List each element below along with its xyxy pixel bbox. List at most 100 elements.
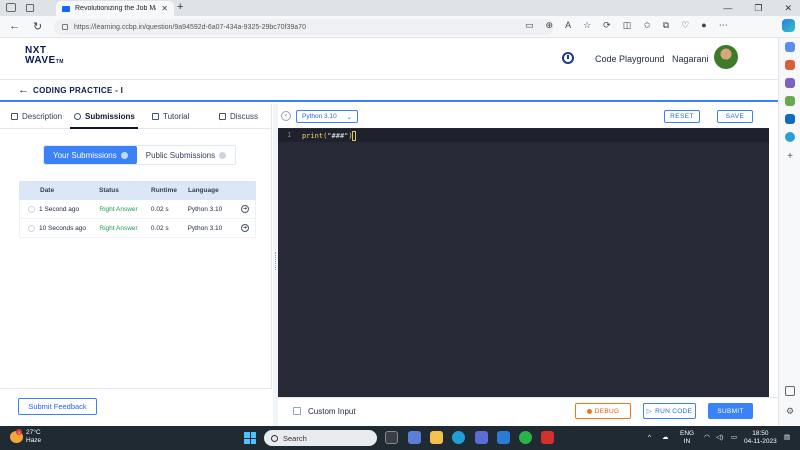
extensions-icon[interactable]: ⟳ xyxy=(603,20,611,31)
info-icon[interactable] xyxy=(219,151,227,159)
debug-icon xyxy=(586,408,592,414)
submit-feedback-button[interactable]: Submit Feedback xyxy=(18,398,97,415)
photos-icon[interactable] xyxy=(497,431,510,444)
mcafee-icon[interactable] xyxy=(541,431,554,444)
tab-close-icon[interactable]: ✕ xyxy=(161,4,168,13)
page-title-bar: ← CODING PRACTICE - I xyxy=(0,80,778,102)
task-view-icon[interactable] xyxy=(385,431,398,444)
avatar[interactable] xyxy=(714,45,738,69)
outlook-icon[interactable] xyxy=(785,114,795,124)
maximize-icon[interactable]: ❐ xyxy=(754,3,762,14)
table-row[interactable]: 1 Second ago Right Answer 0.02 s Python … xyxy=(19,200,256,219)
heart-icon[interactable]: ♡ xyxy=(681,20,689,31)
workspaces-icon[interactable] xyxy=(6,3,16,12)
split-screen-icon[interactable]: ◫ xyxy=(623,20,632,31)
file-explorer-icon[interactable] xyxy=(430,431,443,444)
tab-description[interactable]: Description xyxy=(11,112,62,121)
weather-widget[interactable]: 27°C Haze xyxy=(26,429,41,445)
cell-runtime: 0.02 s xyxy=(150,224,169,232)
add-icon[interactable]: + xyxy=(785,152,795,162)
open-submission-icon[interactable]: ➔ xyxy=(241,224,250,232)
chrome-icon[interactable] xyxy=(519,431,532,444)
save-button[interactable]: SAVE xyxy=(717,110,753,123)
custom-input-label[interactable]: Custom Input xyxy=(308,407,356,416)
language-select[interactable]: Python 3.10 ⌄ xyxy=(296,110,358,123)
tab-discuss[interactable]: Discuss xyxy=(219,112,258,121)
chevron-down-icon: ⌄ xyxy=(346,113,352,121)
debug-button[interactable]: DEBUG xyxy=(575,403,631,419)
collapse-panel-icon[interactable]: ‹ xyxy=(281,111,291,121)
volume-icon[interactable]: ◁) xyxy=(716,434,723,442)
lock-icon xyxy=(62,24,68,30)
cloud-icon[interactable]: ☁ xyxy=(662,434,669,442)
edge-icon[interactable] xyxy=(452,431,465,444)
submit-button[interactable]: SUBMIT xyxy=(708,403,753,419)
tab-tutorial[interactable]: Tutorial xyxy=(152,112,189,121)
taskbar-search[interactable]: Search xyxy=(264,430,377,446)
input-language[interactable]: ENG IN xyxy=(680,430,694,446)
collections-icon[interactable]: ⧉ xyxy=(663,20,669,31)
tab-submissions[interactable]: Submissions xyxy=(74,112,135,121)
username[interactable]: Nagarani xyxy=(672,54,709,64)
store-icon[interactable] xyxy=(475,431,488,444)
run-code-button[interactable]: ▷ RUN CODE xyxy=(643,403,696,419)
code-line[interactable]: print("###") xyxy=(302,131,356,141)
open-submission-icon[interactable]: ➔ xyxy=(241,205,250,213)
chat-icon xyxy=(219,113,226,120)
more-icon[interactable]: ⋯ xyxy=(719,20,728,31)
search-sidebar-icon[interactable] xyxy=(785,42,795,52)
new-tab-icon[interactable]: + xyxy=(177,1,183,13)
widgets-icon[interactable] xyxy=(408,431,421,444)
battery-icon[interactable]: ▭ xyxy=(731,434,737,442)
edge-sidebar: + ⚙ xyxy=(778,38,800,426)
back-nav-icon[interactable]: ← xyxy=(9,20,20,32)
code-editor[interactable]: 1 print("###") xyxy=(278,128,769,397)
media-icon[interactable]: ▭ xyxy=(525,20,534,31)
play-icon: ▷ xyxy=(646,408,653,415)
history-icon xyxy=(74,113,81,120)
public-submissions-button[interactable]: Public Submissions xyxy=(137,146,235,164)
timer-icon[interactable] xyxy=(562,52,574,64)
tab-title: Revolutionizing the Job Market | xyxy=(75,5,156,12)
tray-chevron-icon[interactable]: ^ xyxy=(648,434,651,442)
url-field[interactable]: https://learning.ccbp.in/question/9a9459… xyxy=(54,19,554,35)
read-aloud-icon[interactable]: A xyxy=(565,20,571,31)
favorites-icon[interactable]: ✩ xyxy=(643,20,651,31)
custom-input-checkbox[interactable] xyxy=(293,407,301,415)
start-icon[interactable] xyxy=(244,432,256,444)
back-arrow-icon[interactable]: ← xyxy=(18,84,29,96)
lang-line2: IN xyxy=(683,438,691,445)
minimize-icon[interactable]: — xyxy=(723,3,732,13)
drop-icon[interactable] xyxy=(785,132,795,142)
col-language: Language xyxy=(188,187,219,194)
code-playground-link[interactable]: Code Playground xyxy=(595,54,665,64)
your-submissions-button[interactable]: Your Submissions xyxy=(44,146,137,164)
clock[interactable]: 18:50 04-11-2023 xyxy=(744,430,777,446)
copilot-icon[interactable] xyxy=(782,19,795,32)
zoom-icon[interactable]: ⊕ xyxy=(546,20,554,31)
settings-icon[interactable]: ⚙ xyxy=(785,406,795,416)
close-window-icon[interactable]: ✕ xyxy=(784,3,792,14)
favorite-icon[interactable]: ☆ xyxy=(583,20,591,31)
row-radio[interactable] xyxy=(28,224,35,232)
shopping-icon[interactable] xyxy=(785,60,795,70)
games-icon[interactable] xyxy=(785,96,795,106)
cell-language: Python 3.10 xyxy=(187,205,223,213)
tab-actions-icon[interactable] xyxy=(26,4,34,12)
reset-button[interactable]: RESET xyxy=(664,110,700,123)
info-icon[interactable] xyxy=(120,151,128,159)
sidebar-toggle-icon[interactable] xyxy=(785,386,795,396)
browser-tab[interactable]: Revolutionizing the Job Market | ✕ xyxy=(56,1,174,16)
tools-icon[interactable] xyxy=(785,78,795,88)
refresh-icon[interactable]: ↻ xyxy=(33,20,42,33)
notifications-icon[interactable]: ▤ xyxy=(784,434,790,442)
run-code-label: RUN CODE xyxy=(655,407,693,415)
wifi-icon[interactable]: ◠ xyxy=(704,434,710,442)
profile-icon[interactable]: ● xyxy=(701,20,706,31)
table-row[interactable]: 10 Seconds ago Right Answer 0.02 s Pytho… xyxy=(19,219,256,238)
taskbar: 1 27°C Haze Search ^ ☁ ENG IN ◠ ◁) ▭ 18:… xyxy=(0,426,800,450)
text-cursor xyxy=(351,131,356,141)
nxtwave-logo[interactable]: NXT WAVETM xyxy=(25,46,64,67)
row-radio[interactable] xyxy=(28,205,35,213)
submissions-toggle: Your Submissions Public Submissions xyxy=(43,145,237,165)
